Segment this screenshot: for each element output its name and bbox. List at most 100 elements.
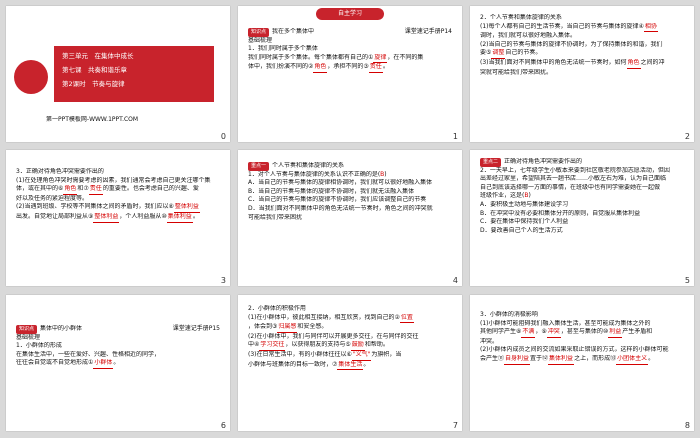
key-point-tag: 重点二 <box>480 158 502 167</box>
ref-text: 课堂速记手册P15 <box>172 325 220 332</box>
heading: 个人节奏和集体旋律的关系 <box>272 162 345 169</box>
answer-blank: 相协 <box>643 23 658 33</box>
section-title: 集体中的小群体 <box>40 325 83 332</box>
answer-blank: 小群体 <box>93 359 114 369</box>
text: 自己到底该选择哪一方面的事情，在班级中也有同学需要她在一起做 <box>480 183 661 191</box>
text: 在集体生活中，一些在爱好、兴趣、性格相近的同学， <box>16 350 161 358</box>
text: (1)在小群体中，彼此相互接纳，相互欣赏，找到自己的② <box>248 313 400 321</box>
text: 小群体与班集体的目标一致时，⑦ <box>248 360 338 368</box>
answer-blank: 鼓励 <box>350 341 365 351</box>
text: 出发。自觉地让局部利益从⑨ <box>16 212 94 220</box>
slide-number: 8 <box>684 421 690 430</box>
answer-blank: 集体生活 <box>337 361 364 371</box>
text: 中④ <box>248 341 260 349</box>
text: (3)在日常生活中，有的小群体往往以⑥ <box>248 350 352 358</box>
text: (2)小群体内成员之间的交流如果采取止错误的方式，这样的小群体可能 <box>480 346 669 354</box>
text: (1)每个人都有自己的生活节奏，当自己的节奏与集体的旋律④ <box>480 22 644 30</box>
text: 。 <box>382 63 389 71</box>
slide-thumbnail-2[interactable]: 2．个人节奏和集体旋律的关系 (1)每个人都有自己的生活节奏，当自己的节奏与集体… <box>470 6 694 142</box>
point-title: 1．小群体的形成 <box>16 342 62 350</box>
text: ，承担不同的③ <box>327 63 369 71</box>
option-a: A．当自己的节奏与集体的旋律相协调时，我们就可以很好地融入集体 <box>248 179 433 187</box>
sub-heading: 基础梳理 <box>248 36 273 44</box>
answer-blank: 小团体主义 <box>616 355 649 365</box>
text: 2．一天早上，七年级学生小敏本来要到社区敬老院参加志愿活动，但因 <box>480 166 670 174</box>
text: 好以及任务的紧迫程度等。 <box>16 194 89 202</box>
answer-blank: 角色 <box>313 63 328 73</box>
answer-blank: 归属感 <box>277 323 298 333</box>
slide-thumbnail-7[interactable]: 2．小群体的积极作用 (1)在小群体中，彼此相互接纳，相互欣赏，找到自己的②位置… <box>238 295 462 431</box>
point-title: 3．小群体的消极影响 <box>480 311 538 318</box>
slide-thumbnail-1[interactable]: 自主学习 知识点 我在多个集体中 课堂速记手册P14 基础梳理 1．我们同时属于多个… <box>238 6 462 142</box>
text: 冲突。 <box>480 337 499 345</box>
text: 。 <box>113 359 120 367</box>
slide-thumbnail-0[interactable]: 第三单元 在集体中成长 第七课 共奏和谐乐章 第2课时 节奏与旋律 第一PPT模… <box>6 6 230 142</box>
question-text: 1．对个人节奏与集体旋律的关系认识不正确的是( <box>248 170 381 178</box>
text: ，甚至与集体的⑩ <box>560 328 609 336</box>
option-c: C．当自己的节奏与集体的旋律不协调时，我们应该调整自己的节奏 <box>248 196 427 204</box>
footer-text: 第一PPT模板网-WWW.1PPT.COM <box>46 116 139 123</box>
answer-blank: 调整 <box>491 49 506 59</box>
slide-thumbnail-3[interactable]: 3．正确对待角色冲突需要作出的 (1)在处理角色冲突时需要考虑的因素，我们通常会… <box>6 150 230 286</box>
text: ，体会到③ <box>248 323 278 331</box>
answer-blank: 集体利益 <box>548 355 575 365</box>
text: ，个人利益服从⑩ <box>119 212 167 220</box>
text: 要⑤ <box>480 49 492 57</box>
text: ，以获得朋友的支持与⑤ <box>285 341 351 349</box>
answer-blank: 角色 <box>626 59 641 69</box>
text: 之上，而形成⑬ <box>574 354 617 362</box>
point-title: 3．正确对待角色冲突需要作出的 <box>16 168 104 175</box>
section-banner: 自主学习 <box>316 8 384 20</box>
text: (2)当遇到班级、学校等不同集体之间的矛盾时，我们应以⑧ <box>16 203 174 211</box>
period-title: 第2课时 节奏与旋律 <box>62 80 125 88</box>
slide-thumbnail-4[interactable]: 重点一 个人节奏和集体旋律的关系 1．对个人节奏与集体旋律的关系认识不正确的是(B… <box>238 150 462 286</box>
text: 调时，我们就可以很好地融入集体。 <box>480 32 577 40</box>
slide-number: 7 <box>452 421 458 430</box>
knowledge-tag: 知识点 <box>248 28 270 37</box>
point-title: 2．个人节奏和集体旋律的关系 <box>480 14 562 21</box>
slide-thumbnail-8[interactable]: 3．小群体的消极影响 (1)小群体可能阻碍我们融入集体生活，甚至可能成为集体之外… <box>470 295 694 431</box>
slide-number: 1 <box>452 132 458 141</box>
text: 其他同学产生⑧ <box>480 328 522 336</box>
answer-blank: 旋律 <box>373 54 388 64</box>
slide-number: 4 <box>452 276 458 285</box>
title-slide-bg: 第三单元 在集体中成长 第七课 共奏和谐乐章 第2课时 节奏与旋律 第一PPT模… <box>6 6 230 126</box>
slide-number: 5 <box>684 276 690 285</box>
answer-blank: 不满 <box>521 328 536 338</box>
ref-text: 课堂速记手册P14 <box>404 28 452 35</box>
point-title: 2．小群体的积极作用 <box>248 305 306 312</box>
text: (1)小群体可能阻碍我们融入集体生活，甚至可能成为集体之外的 <box>480 319 651 327</box>
text: 之间的冲 <box>640 58 665 66</box>
option-c: C．要在集体中保持我们个人利益 <box>480 218 569 226</box>
text: (1)在处理角色冲突时需要考虑的因素，我们通常会考虑自己更关注哪个集 <box>16 176 211 184</box>
text: 我们同时属于多个集体。每个集体都有自己的① <box>248 53 374 61</box>
decor-circle <box>14 60 48 94</box>
text: ) <box>528 192 531 200</box>
answer-blank: 整体利益 <box>173 203 200 213</box>
option-d: D．当我们面对不同集体中的角色无法统一节奏时，角色之间的冲突就 <box>248 204 433 212</box>
text: 体，或在其中的⑥ <box>16 185 64 193</box>
text: 班级作业，这是( <box>480 192 525 200</box>
slide-number: 3 <box>220 276 226 285</box>
text: 体中，我们扮演不同的② <box>248 63 314 71</box>
answer-blank: "义气" <box>351 351 372 361</box>
key-point-tag: 重点一 <box>248 162 270 171</box>
text: 置于⑫ <box>530 354 549 362</box>
slide-thumbnail-5[interactable]: 重点二 正确对待角色冲突需要作出的 2．一天早上，七年级学生小敏本来要到社区敬老院… <box>470 150 694 286</box>
answer-blank: 自身利益 <box>504 355 531 365</box>
heading: 正确对待角色冲突需要作出的 <box>504 158 583 165</box>
title-block: 第三单元 在集体中成长 第七课 共奏和谐乐章 第2课时 节奏与旋律 <box>14 46 214 102</box>
knowledge-tag: 知识点 <box>16 325 38 334</box>
text: ，⑨ <box>535 328 547 336</box>
answer-blank: 利益 <box>608 328 623 338</box>
lesson-title: 第七课 共奏和谐乐章 <box>62 66 127 74</box>
text: 自己的节奏。 <box>505 49 542 57</box>
option-b: B．在冲突中没有必要和集体分开的原则，自觉服从集体利益 <box>480 209 641 217</box>
text: 产生矛盾和 <box>622 328 653 336</box>
text: 出差经过家里，希望陪其去一趟书店……小敏左右为难，认为自己面临 <box>480 175 667 183</box>
text: 和安全感。 <box>297 323 328 331</box>
text: 。 <box>192 212 199 220</box>
answer-blank: 集体利益 <box>166 213 193 223</box>
slide-thumbnail-6[interactable]: 知识点 集体中的小群体 课堂速记手册P15 基础梳理 1．小群体的形成 在集体生活中… <box>6 295 230 431</box>
text: 。 <box>363 360 370 368</box>
